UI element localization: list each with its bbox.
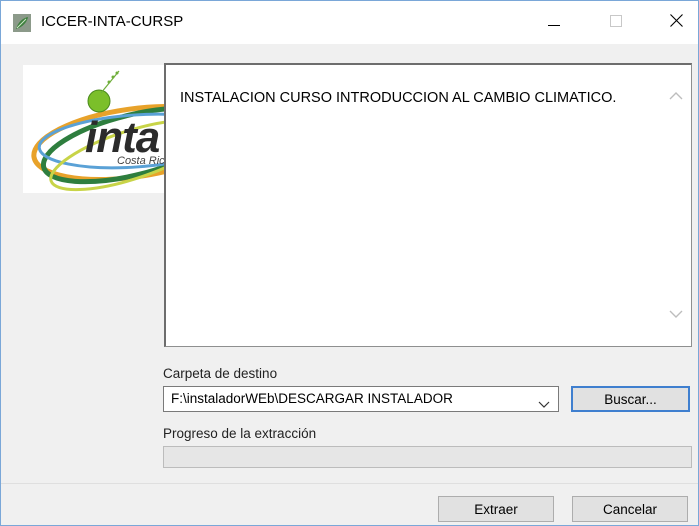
- maximize-button[interactable]: [593, 1, 639, 44]
- destination-combobox[interactable]: F:\instaladorWEb\DESCARGAR INSTALADOR: [163, 386, 559, 412]
- logo-subtext: Costa Rica: [117, 155, 165, 167]
- extraction-progress-bar: [163, 446, 692, 468]
- footer-divider: [1, 483, 698, 484]
- message-text: INSTALACION CURSO INTRODUCCION AL CAMBIO…: [180, 90, 617, 106]
- destination-label: Carpeta de destino: [163, 366, 278, 381]
- destination-path: F:\instaladorWEb\DESCARGAR INSTALADOR: [171, 391, 453, 406]
- chevron-down-icon[interactable]: [669, 306, 683, 324]
- maximize-icon: [610, 14, 622, 32]
- inta-logo: inta Costa Rica: [23, 65, 165, 193]
- close-icon: [669, 13, 683, 32]
- cancel-button[interactable]: Cancelar: [572, 496, 688, 522]
- extract-button[interactable]: Extraer: [438, 496, 554, 522]
- title-bar[interactable]: ICCER-INTA-CURSP: [1, 1, 698, 44]
- window-title: ICCER-INTA-CURSP: [41, 13, 184, 30]
- installer-window: ICCER-INTA-CURSP inta Costa Ric INSTALAC…: [0, 0, 699, 526]
- message-textbox[interactable]: INSTALACION CURSO INTRODUCCION AL CAMBIO…: [164, 63, 692, 347]
- browse-button[interactable]: Buscar...: [571, 386, 690, 412]
- chevron-up-icon[interactable]: [669, 87, 683, 105]
- progress-label: Progreso de la extracción: [163, 426, 317, 441]
- minimize-icon: [548, 14, 560, 32]
- close-button[interactable]: [653, 1, 699, 44]
- leaf-icon: [13, 14, 31, 32]
- minimize-button[interactable]: [531, 1, 577, 44]
- chevron-down-icon[interactable]: [538, 395, 550, 413]
